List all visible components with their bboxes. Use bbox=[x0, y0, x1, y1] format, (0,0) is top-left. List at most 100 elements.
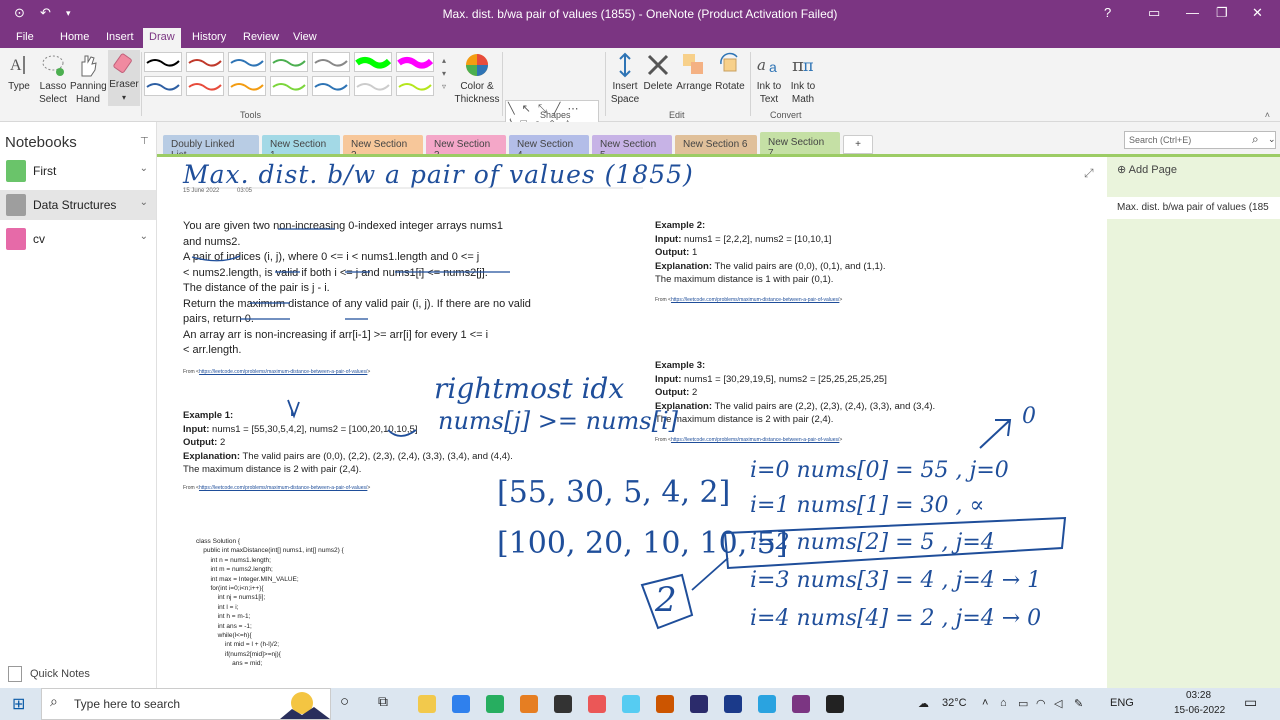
illustrator-icon[interactable] bbox=[656, 695, 674, 713]
group-tools-label: Tools bbox=[240, 110, 262, 120]
section-tab[interactable]: New Section 6 bbox=[675, 135, 757, 154]
pen-workspace-icon[interactable]: ✎ bbox=[1074, 697, 1083, 710]
section-tab[interactable]: New Section 4 bbox=[509, 135, 589, 161]
network-icon[interactable]: ⌂ bbox=[1000, 697, 1007, 709]
pen-swatch[interactable] bbox=[396, 52, 434, 72]
pen-swatch[interactable] bbox=[354, 76, 392, 96]
onenote-icon[interactable] bbox=[792, 695, 810, 713]
sublime-icon[interactable] bbox=[520, 695, 538, 713]
color-thickness-button[interactable]: Color & Thickness bbox=[454, 52, 500, 106]
pen-swatch[interactable] bbox=[144, 76, 182, 96]
menu-draw[interactable]: Draw bbox=[143, 28, 181, 48]
weather-icon[interactable]: ☁ bbox=[918, 697, 929, 710]
page-list-item[interactable]: Max. dist. b/wa pair of values (185 bbox=[1107, 197, 1280, 219]
clock-date[interactable]: 15-06-2022 bbox=[1174, 705, 1225, 716]
notebook-first[interactable]: First ⌄ bbox=[0, 156, 156, 186]
menu-file[interactable]: File bbox=[16, 31, 34, 43]
quick-notes[interactable]: Quick Notes bbox=[8, 666, 90, 682]
section-tab[interactable]: Doubly Linked List bbox=[163, 135, 259, 161]
eraser-dropdown-icon[interactable]: ▾ bbox=[122, 93, 126, 102]
collapse-ribbon-icon[interactable]: ˄ bbox=[1265, 110, 1270, 120]
pen-swatch[interactable] bbox=[186, 76, 224, 96]
ribbon: A Type Lasso Select Panning Hand Eraser ▾… bbox=[0, 48, 1280, 150]
volume-icon[interactable]: ◁ bbox=[1054, 697, 1062, 710]
chevron-down-icon[interactable]: ⌄ bbox=[140, 231, 148, 242]
telegram-icon[interactable] bbox=[758, 695, 776, 713]
color-wheel-icon bbox=[466, 54, 488, 76]
notebook-data-structures[interactable]: Data Structures ⌄ bbox=[0, 190, 156, 220]
quick-notes-icon bbox=[8, 666, 22, 682]
pin-icon[interactable]: ⊤ bbox=[140, 136, 149, 147]
cortana-icon[interactable]: ○ bbox=[340, 693, 349, 710]
notification-icon[interactable]: ▭ bbox=[1244, 694, 1257, 711]
section-tab[interactable]: New Section 1 bbox=[262, 135, 340, 161]
search-scope-icon[interactable]: ⌄ bbox=[1268, 134, 1276, 145]
pen-swatch[interactable] bbox=[228, 52, 266, 72]
input-language[interactable]: ENG bbox=[1110, 697, 1134, 709]
chrome-icon[interactable] bbox=[588, 695, 606, 713]
add-page-button[interactable]: ⊕ Add Page bbox=[1117, 163, 1177, 176]
expand-icon[interactable]: ⤢ bbox=[1084, 166, 1094, 181]
close-button[interactable]: ✕ bbox=[1252, 5, 1263, 21]
menu-home[interactable]: Home bbox=[60, 31, 89, 43]
animate-icon[interactable] bbox=[690, 695, 708, 713]
help-button[interactable]: ? bbox=[1104, 5, 1111, 20]
edge-icon[interactable] bbox=[486, 695, 504, 713]
panning-hand-button[interactable]: Panning Hand bbox=[70, 52, 107, 106]
battery-icon[interactable]: ▭ bbox=[1018, 697, 1028, 710]
windows-start-icon[interactable]: ⊞ bbox=[12, 694, 25, 714]
pen-swatch[interactable] bbox=[270, 76, 308, 96]
ink-to-text-button[interactable]: aa Ink to Text bbox=[752, 52, 786, 106]
notebooks-pane: Notebooks ⊤ First ⌄ Data Structures ⌄ cv… bbox=[0, 122, 157, 688]
menu-review[interactable]: Review bbox=[243, 31, 279, 43]
section-tabs: Doubly Linked ListNew Section 1New Secti… bbox=[157, 122, 1280, 161]
pen-swatch[interactable] bbox=[312, 52, 350, 72]
obs-icon[interactable] bbox=[826, 695, 844, 713]
mail-icon[interactable] bbox=[452, 695, 470, 713]
delete-button[interactable]: Delete bbox=[642, 52, 674, 93]
pen-swatch[interactable] bbox=[312, 76, 350, 96]
type-button[interactable]: A Type bbox=[4, 52, 34, 93]
pen-swatch[interactable] bbox=[354, 52, 392, 72]
maximize-button[interactable]: ❐ bbox=[1216, 5, 1228, 21]
chevron-down-icon[interactable]: ⌄ bbox=[140, 163, 148, 174]
menu-insert[interactable]: Insert bbox=[106, 31, 134, 43]
temperature[interactable]: 32°C bbox=[942, 697, 967, 709]
chevron-down-icon[interactable]: ⌄ bbox=[140, 197, 148, 208]
title-bar: ⊙ ↶ ▾ Max. dist. b/wa pair of values (18… bbox=[0, 0, 1280, 28]
insert-space-button[interactable]: Insert Space bbox=[608, 52, 642, 106]
pen-gallery-scroll[interactable]: ▴ ▾ ▿ bbox=[442, 54, 446, 93]
notebook-cv[interactable]: cv ⌄ bbox=[0, 224, 156, 254]
group-convert-label: Convert bbox=[770, 110, 802, 120]
pen-swatch[interactable] bbox=[144, 52, 182, 72]
ink-to-math-button[interactable]: ππ Ink to Math bbox=[786, 52, 820, 106]
section-tab[interactable]: New Section 3 bbox=[426, 135, 506, 161]
pen-swatch[interactable] bbox=[270, 52, 308, 72]
section-tab[interactable]: New Section 7 bbox=[760, 132, 840, 159]
photoshop-icon[interactable] bbox=[724, 695, 742, 713]
pen-swatch[interactable] bbox=[396, 76, 434, 96]
search-icon[interactable]: ⌕ bbox=[1252, 132, 1259, 147]
task-view-icon[interactable]: ⧉ bbox=[378, 693, 388, 710]
pen-swatch[interactable] bbox=[186, 52, 224, 72]
ink-to-text-icon: aa bbox=[757, 56, 777, 75]
file-explorer-icon[interactable] bbox=[418, 695, 436, 713]
ribbon-separator bbox=[605, 52, 606, 116]
ribbon-display-icon[interactable]: ▭ bbox=[1148, 5, 1160, 21]
section-tab[interactable]: New Section 5 bbox=[592, 135, 672, 161]
minimize-button[interactable]: — bbox=[1186, 5, 1199, 20]
eraser-button[interactable]: Eraser ▾ bbox=[108, 50, 140, 106]
tray-overflow-icon[interactable]: ˄ bbox=[982, 697, 988, 709]
arrange-button[interactable]: Arrange bbox=[675, 52, 713, 93]
wifi-icon[interactable]: ◠ bbox=[1036, 697, 1046, 710]
section-tab[interactable]: New Section 2 bbox=[343, 135, 423, 161]
menu-view[interactable]: View bbox=[293, 31, 317, 43]
lasso-select-button[interactable]: Lasso Select bbox=[36, 52, 70, 106]
vscode-icon[interactable] bbox=[622, 695, 640, 713]
pen-swatch[interactable] bbox=[228, 76, 266, 96]
clock-time[interactable]: 03:28 bbox=[1186, 690, 1211, 701]
menu-history[interactable]: History bbox=[192, 31, 226, 43]
rotate-button[interactable]: Rotate bbox=[713, 52, 747, 93]
add-section-button[interactable]: + bbox=[843, 135, 873, 154]
terminal-icon[interactable] bbox=[554, 695, 572, 713]
